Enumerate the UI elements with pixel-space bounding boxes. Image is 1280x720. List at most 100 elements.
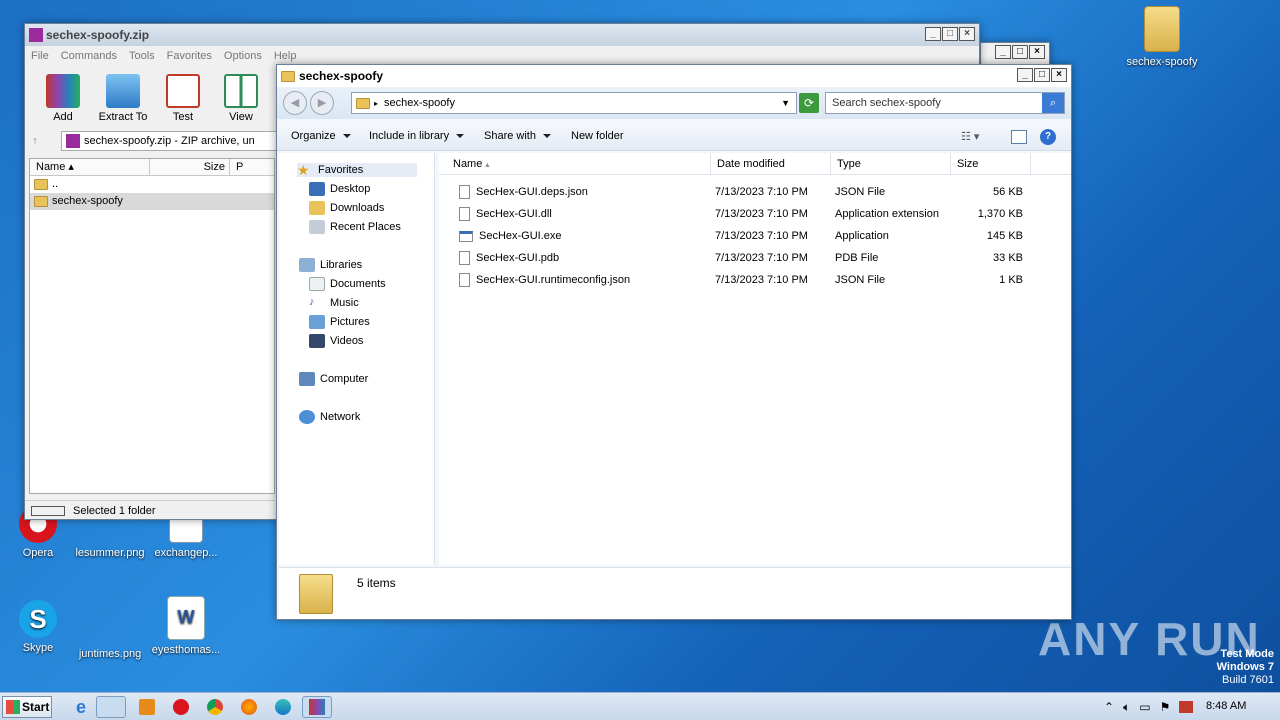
explorer-window[interactable]: sechex-spoofy _ □ × ◀ ▶ ▸ sechex-spoofy … [276, 64, 1072, 620]
system-tray: ⌃ 🔈︎ ▭ ⚑ [1104, 696, 1194, 718]
nav-music[interactable]: ♪ Music [309, 296, 359, 310]
nav-videos[interactable]: Videos [309, 334, 363, 348]
refresh-button[interactable]: ⟳ [799, 93, 819, 113]
desktop-icon-skype[interactable]: S Skype [0, 600, 76, 654]
col-name[interactable]: Name ▴ [447, 153, 711, 175]
winrar-title: sechex-spoofy.zip [46, 28, 150, 42]
file-row[interactable]: SecHex-GUI.runtimeconfig.json 7/13/2023 … [439, 269, 1071, 291]
os-notice: Test Mode Windows 7 Build 7601 [1217, 648, 1274, 687]
network-tray-icon[interactable]: ▭ [1139, 700, 1150, 714]
address-bar[interactable]: ▸ sechex-spoofy ▼ [351, 92, 797, 114]
search-icon[interactable]: ⌕ [1042, 93, 1064, 113]
preview-pane-icon[interactable] [1011, 130, 1027, 144]
close-button[interactable]: × [1051, 68, 1067, 82]
col-type[interactable]: Type [831, 153, 951, 175]
minimize-button[interactable]: _ [995, 45, 1011, 59]
address-dropdown-icon[interactable]: ▼ [781, 98, 790, 108]
help-icon[interactable]: ? [1040, 129, 1056, 145]
menu-file[interactable]: File [31, 50, 49, 62]
maximize-button[interactable]: □ [1012, 45, 1028, 59]
list-item[interactable]: sechex-spoofy [30, 193, 274, 210]
file-row[interactable]: SecHex-GUI.exe 7/13/2023 7:10 PM Applica… [439, 225, 1071, 247]
list-item[interactable]: .. [30, 176, 274, 193]
close-button[interactable]: × [959, 27, 975, 41]
col-size[interactable]: Size [150, 159, 230, 175]
organize-button[interactable]: Organize [291, 130, 351, 142]
show-hidden-icons-icon[interactable]: ⌃ [1104, 700, 1114, 714]
menu-commands[interactable]: Commands [61, 50, 117, 62]
up-arrow-icon[interactable]: ↑ [25, 135, 45, 147]
nav-libraries[interactable]: Libraries [299, 258, 362, 272]
media-player-icon[interactable] [132, 696, 162, 718]
new-folder-button[interactable]: New folder [571, 130, 624, 142]
path-field[interactable]: sechex-spoofy.zip - ZIP archive, un [61, 131, 285, 151]
search-input[interactable]: Search sechex-spoofy ⌕ [825, 92, 1065, 114]
start-button[interactable]: Start [2, 696, 52, 718]
maximize-button[interactable]: □ [1034, 68, 1050, 82]
winrar-list-header: Name ▴ Size P [30, 159, 274, 176]
desktop-icon-eyesthomas[interactable]: W eyesthomas... [148, 596, 224, 656]
nav-pictures[interactable]: Pictures [309, 315, 370, 329]
minimize-button[interactable]: _ [925, 27, 941, 41]
address-text[interactable]: sechex-spoofy [384, 97, 455, 109]
desktop-icon-lesummer[interactable]: lesummer.png [72, 515, 148, 559]
menu-tools[interactable]: Tools [129, 50, 155, 62]
volume-icon[interactable]: 🔈︎ [1123, 700, 1130, 715]
col-size[interactable]: Size [951, 153, 1031, 175]
exe-file-icon [459, 230, 473, 242]
nav-downloads[interactable]: Downloads [309, 201, 384, 215]
menu-help[interactable]: Help [274, 50, 297, 62]
nav-desktop[interactable]: Desktop [309, 182, 370, 196]
winrar-titlebar[interactable]: sechex-spoofy.zip _ □ × [25, 24, 979, 46]
action-center-icon[interactable]: ⚑ [1160, 700, 1171, 714]
winrar-file-list[interactable]: Name ▴ Size P .. sechex-spoofy [29, 158, 275, 494]
winrar-taskbar-icon[interactable] [302, 696, 332, 718]
address-row: ◀ ▶ ▸ sechex-spoofy ▼ ⟳ Search sechex-sp… [277, 87, 1071, 119]
add-button[interactable]: Add [35, 74, 91, 123]
close-button[interactable]: × [1029, 45, 1045, 59]
clock[interactable]: 8:48 AM [1206, 700, 1246, 712]
include-in-library-button[interactable]: Include in library [369, 130, 465, 142]
nav-documents[interactable]: Documents [309, 277, 386, 291]
opera-taskbar-icon[interactable] [166, 696, 196, 718]
minimize-button[interactable]: _ [1017, 68, 1033, 82]
col-packed[interactable]: P [230, 159, 274, 175]
view-options-icon[interactable]: ☷ ▾ [961, 130, 979, 143]
nav-computer[interactable]: Computer [299, 372, 368, 386]
extract-to-button[interactable]: Extract To [93, 74, 153, 123]
desktop-icon-sechex-spoofy[interactable]: sechex-spoofy [1122, 6, 1202, 68]
file-list[interactable]: Name ▴ Date modified Type Size SecHex-GU… [439, 153, 1071, 565]
explorer-taskbar-icon[interactable] [96, 696, 126, 718]
col-date-modified[interactable]: Date modified [711, 153, 831, 175]
file-row[interactable]: SecHex-GUI.pdb 7/13/2023 7:10 PM PDB Fil… [439, 247, 1071, 269]
share-with-button[interactable]: Share with [484, 130, 551, 142]
desktop-icon-juntimes[interactable]: juntimes.png [72, 600, 148, 660]
menu-favorites[interactable]: Favorites [167, 50, 212, 62]
desktop-icon-exchange[interactable]: exchangep... [148, 515, 224, 559]
nav-recent-places[interactable]: Recent Places [309, 220, 401, 234]
file-list-header: Name ▴ Date modified Type Size [439, 153, 1071, 175]
view-button[interactable]: View [213, 74, 269, 123]
nav-network[interactable]: Network [299, 410, 360, 424]
forward-button[interactable]: ▶ [310, 91, 334, 115]
internet-explorer-icon[interactable]: e [66, 696, 96, 718]
file-row[interactable]: SecHex-GUI.dll 7/13/2023 7:10 PM Applica… [439, 203, 1071, 225]
test-button[interactable]: Test [155, 74, 211, 123]
maximize-button[interactable]: □ [942, 27, 958, 41]
music-icon: ♪ [309, 296, 315, 308]
chrome-icon[interactable] [200, 696, 230, 718]
firefox-icon[interactable] [234, 696, 264, 718]
explorer-titlebar[interactable]: sechex-spoofy _ □ × [277, 65, 1071, 87]
col-name[interactable]: Name ▴ [30, 159, 150, 175]
winrar-path-bar: ↑ sechex-spoofy.zip - ZIP archive, un [25, 130, 285, 152]
explorer-title: sechex-spoofy [299, 69, 384, 83]
file-row[interactable]: SecHex-GUI.deps.json 7/13/2023 7:10 PM J… [439, 181, 1071, 203]
item-count: 5 items [357, 576, 396, 590]
nav-favorites[interactable]: ★ Favorites [297, 163, 417, 177]
extract-icon [106, 74, 140, 108]
breadcrumb-arrow-icon[interactable]: ▸ [374, 99, 378, 108]
menu-options[interactable]: Options [224, 50, 262, 62]
back-button[interactable]: ◀ [283, 91, 307, 115]
language-icon[interactable] [1179, 701, 1194, 713]
edge-icon[interactable] [268, 696, 298, 718]
